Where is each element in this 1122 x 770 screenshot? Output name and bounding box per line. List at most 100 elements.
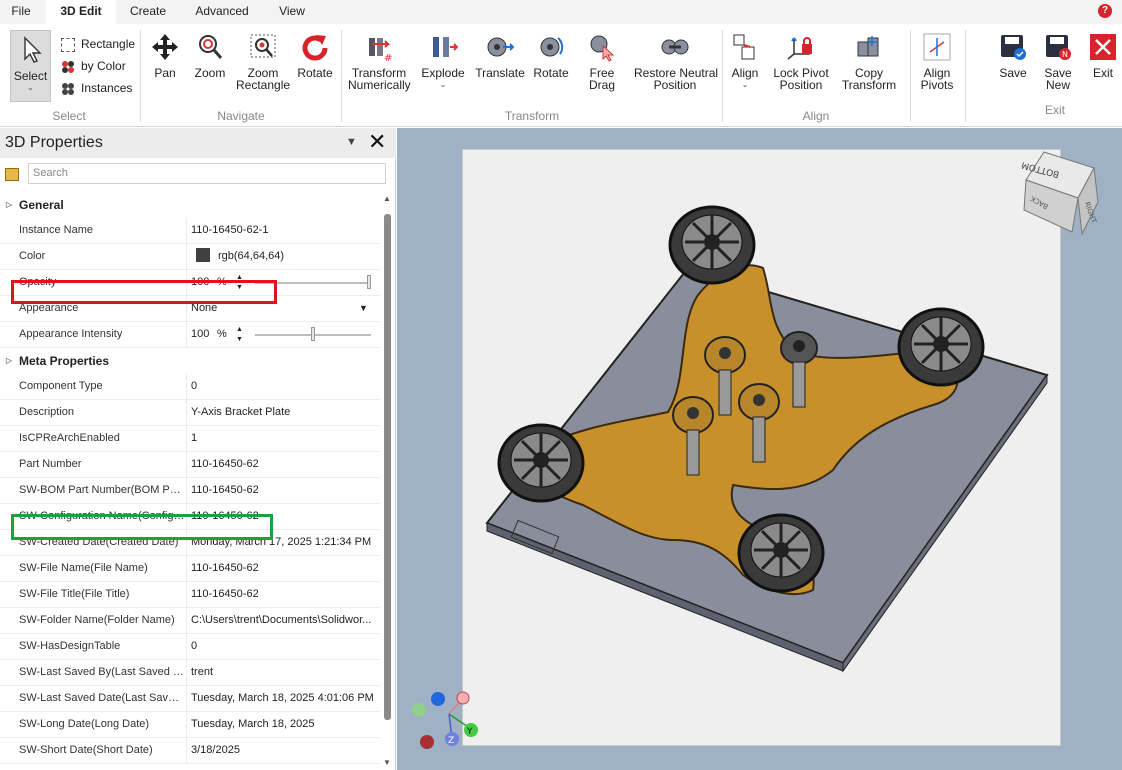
highlight-part-number (11, 514, 273, 540)
property-row[interactable]: SW-Last Saved By(Last Saved By) trent (0, 660, 380, 686)
property-row[interactable]: SW-HasDesignTable 0 (0, 634, 380, 660)
copy-transform-icon (857, 36, 879, 57)
tab-advanced[interactable]: Advanced (188, 0, 256, 24)
property-row[interactable]: SW-Last Saved Date(Last Saved ... Tuesday… (0, 686, 380, 712)
spinner-up-icon[interactable]: ▲ (236, 326, 243, 334)
property-row[interactable]: SW-Long Date(Long Date) Tuesday, March 18… (0, 712, 380, 738)
svg-text:Y: Y (466, 727, 473, 737)
panel-title: 3D Properties (5, 134, 103, 151)
exit-button[interactable]: Exit (1086, 32, 1120, 79)
category-general[interactable]: ▷ General (0, 192, 380, 218)
ribbon: Select ⌄ Rectangle by Color Instances Se… (0, 24, 1122, 127)
category-meta-properties[interactable]: ▷ Meta Properties (0, 348, 380, 374)
scroll-down-icon[interactable]: ▼ (383, 758, 391, 767)
panel-menu-icon[interactable]: ▼ (346, 136, 357, 148)
tab-create[interactable]: Create (120, 0, 176, 24)
translate-button[interactable]: Translate (474, 32, 526, 79)
free-drag-button[interactable]: Free Drag (582, 32, 622, 91)
transform-numerically-button[interactable]: # Transform Numerically (348, 32, 411, 91)
cursor-icon (23, 36, 42, 63)
axis-z-positive[interactable] (431, 692, 445, 706)
rotate-view-button[interactable]: Rotate (296, 32, 334, 79)
property-row-part-number[interactable]: Part Number 110-16450-62 (0, 452, 380, 478)
highlight-instance-name (11, 280, 277, 304)
axis-x-positive[interactable] (456, 691, 470, 705)
opacity-slider-thumb[interactable] (367, 275, 371, 289)
rotate-part-button[interactable]: Rotate (530, 32, 572, 79)
properties-icon[interactable] (5, 168, 19, 181)
property-row-instance-name[interactable]: Instance Name 110-16450-62-1 (0, 218, 380, 244)
axis-y-negative[interactable] (412, 703, 426, 717)
svg-text:Z: Z (448, 736, 454, 746)
select-button[interactable]: Select ⌄ (10, 30, 51, 102)
zoom-button[interactable]: Zoom (192, 32, 228, 79)
tab-view[interactable]: View (268, 0, 316, 24)
properties-panel: 3D Properties ▼ ✕ Search ▷ General Instan… (0, 128, 396, 770)
tab-file[interactable]: File (0, 0, 42, 24)
wheel[interactable] (497, 423, 585, 503)
spinner-down-icon[interactable]: ▼ (236, 336, 243, 344)
wheel[interactable] (668, 205, 756, 285)
instances-icon (62, 82, 74, 95)
scroll-up-icon[interactable]: ▲ (383, 194, 391, 203)
property-row[interactable]: SW-File Name(File Name) 110-16450-62 (0, 556, 380, 582)
menu-bar: File 3D Edit Create Advanced View ? (0, 0, 1122, 24)
property-row[interactable]: SW-Short Date(Short Date) 3/18/2025 (0, 738, 380, 764)
property-row-color[interactable]: Color rgb(64,64,64) (0, 244, 380, 270)
lock-pivot-position-button[interactable]: Lock Pivot Position (770, 32, 832, 91)
select-rectangle-button[interactable]: Rectangle (61, 35, 135, 53)
view-cube[interactable]: BOTTOM BACK RIGHT (1020, 150, 1102, 243)
pan-button[interactable]: Pan (148, 32, 182, 79)
copy-transform-button[interactable]: Copy Transform (836, 32, 902, 91)
color-swatch[interactable] (196, 248, 210, 263)
property-row[interactable]: Component Type 0 (0, 374, 380, 400)
select-by-color-button[interactable]: by Color (61, 57, 126, 75)
rotate-part-icon (540, 37, 564, 57)
restore-neutral-position-button[interactable]: Restore Neutral Position (634, 32, 718, 91)
save-icon (1001, 35, 1026, 60)
zoom-rectangle-button[interactable]: Zoom Rectangle (236, 32, 290, 91)
search-input[interactable]: Search (28, 163, 386, 184)
expand-icon: ▷ (6, 356, 13, 365)
bracket-assembly-model[interactable] (463, 150, 1062, 747)
model-canvas[interactable] (462, 149, 1061, 746)
svg-text:N: N (1062, 50, 1068, 59)
property-row[interactable]: SW-Folder Name(Folder Name) C:\Users\tren… (0, 608, 380, 634)
axis-x-negative[interactable] (420, 735, 434, 749)
transform-numeric-icon: # (369, 38, 392, 62)
chevron-down-icon: ⌄ (27, 83, 34, 92)
tab-3d-edit[interactable]: 3D Edit (46, 0, 116, 24)
property-row[interactable]: IsCPReArchEnabled 1 (0, 426, 380, 452)
zoom-rectangle-icon (250, 34, 276, 58)
group-label-select: Select (52, 109, 86, 123)
save-new-button[interactable]: N Save New (1040, 32, 1076, 91)
search-row: Search (0, 162, 396, 186)
group-label-exit: Exit (1044, 103, 1065, 117)
axis-triad-icon: Y Z (412, 691, 478, 749)
view-cube-icon[interactable]: BOTTOM BACK RIGHT (1020, 150, 1102, 240)
rotate-icon (302, 35, 328, 61)
chevron-down-icon[interactable]: ▼ (359, 296, 368, 321)
close-panel-icon[interactable]: ✕ (368, 130, 386, 154)
wheel[interactable] (897, 307, 985, 387)
property-row-appearance-intensity[interactable]: Appearance Intensity 100 % ▲ ▼ (0, 322, 380, 348)
help-icon[interactable]: ? (1098, 4, 1112, 18)
save-button[interactable]: Save (996, 32, 1030, 79)
scrollbar[interactable]: ▲ ▼ (382, 192, 392, 770)
property-row[interactable]: SW-File Title(File Title) 110-16450-62 (0, 582, 380, 608)
property-row[interactable]: Description Y-Axis Bracket Plate (0, 400, 380, 426)
scrollbar-thumb[interactable] (384, 214, 391, 720)
align-icon (733, 34, 755, 60)
align-button[interactable]: Align ⌄ (726, 32, 764, 89)
ribbon-separator (341, 30, 342, 122)
wheel[interactable] (737, 513, 825, 593)
property-row[interactable]: SW-BOM Part Number(BOM Part... 110-16450-… (0, 478, 380, 504)
select-instances-button[interactable]: Instances (61, 79, 132, 97)
rectangle-select-icon (61, 37, 75, 52)
3d-viewport[interactable]: BOTTOM BACK RIGHT Y Z (397, 128, 1122, 770)
restore-position-icon (661, 39, 689, 55)
explode-button[interactable]: Explode ⌄ (420, 32, 466, 89)
intensity-slider-thumb[interactable] (311, 327, 315, 341)
free-drag-icon (590, 35, 615, 62)
align-pivots-button[interactable]: Align Pivots (914, 32, 960, 91)
